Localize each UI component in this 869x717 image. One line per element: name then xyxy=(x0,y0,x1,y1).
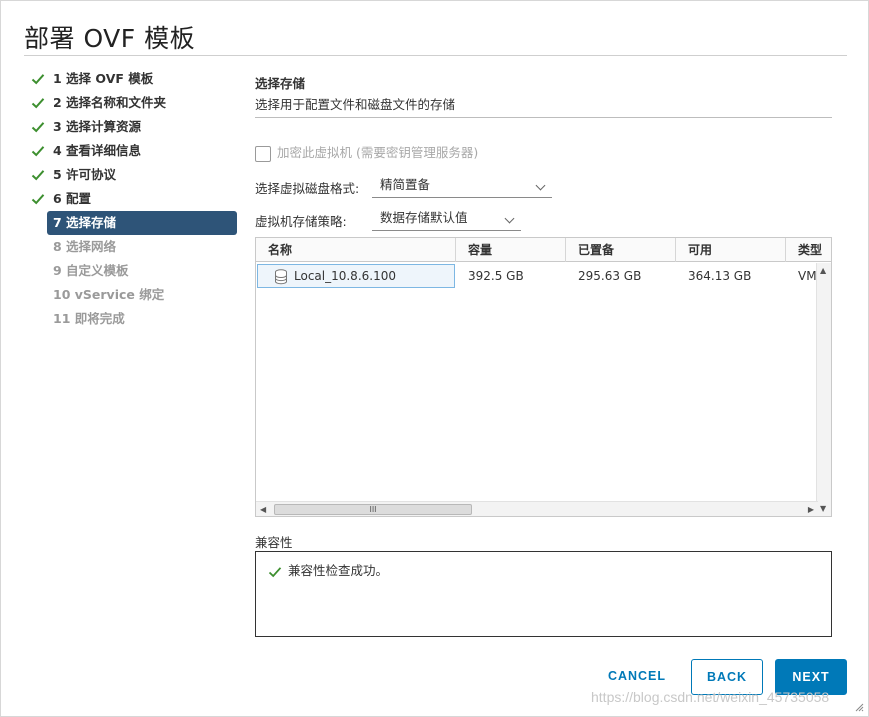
compatibility-label: 兼容性 xyxy=(255,535,293,550)
cell-provisioned: 295.63 GB xyxy=(578,269,642,283)
step-label: 6 配置 xyxy=(53,191,92,206)
disk-format-select[interactable]: 精简置备 xyxy=(372,174,552,198)
section-divider xyxy=(255,117,832,118)
step-ready-to-complete: 11 即将完成 xyxy=(25,307,237,331)
column-header-capacity[interactable]: 容量 xyxy=(456,238,566,262)
compatibility-text: 兼容性检查成功。 xyxy=(288,563,389,578)
cell-type: VM xyxy=(798,269,817,283)
step-label: 1 选择 OVF 模板 xyxy=(53,71,154,86)
check-icon xyxy=(31,122,45,133)
cell-capacity: 392.5 GB xyxy=(468,269,524,283)
watermark-text: https://blog.csdn.net/weixin_45735058 xyxy=(591,689,830,705)
column-header-provisioned[interactable]: 已置备 xyxy=(566,238,676,262)
step-label: 3 选择计算资源 xyxy=(53,119,142,134)
title-divider xyxy=(24,55,847,56)
table-row[interactable]: Local_10.8.6.100 392.5 GB 295.63 GB 364.… xyxy=(256,264,818,288)
checkbox-box xyxy=(255,145,271,162)
step-configuration[interactable]: 6 配置 xyxy=(25,187,237,211)
grid-header: 名称 容量 已置备 可用 类型 xyxy=(256,238,831,262)
step-label: 7 选择存储 xyxy=(53,215,117,230)
check-icon xyxy=(31,170,45,181)
scroll-left-icon[interactable]: ◀ xyxy=(260,502,266,516)
step-review-details[interactable]: 4 查看详细信息 xyxy=(25,139,237,163)
chevron-down-icon xyxy=(504,213,515,224)
datastore-icon xyxy=(275,268,287,284)
check-icon xyxy=(31,74,45,85)
step-compute-resource[interactable]: 3 选择计算资源 xyxy=(25,115,237,139)
vertical-scrollbar[interactable]: ▲ ▼ xyxy=(816,263,831,516)
compatibility-message: 兼容性检查成功。 xyxy=(268,563,388,579)
step-license[interactable]: 5 许可协议 xyxy=(25,163,237,187)
step-customize-template: 9 自定义模板 xyxy=(25,259,237,283)
scroll-down-icon[interactable]: ▼ xyxy=(820,501,826,516)
horizontal-scrollbar[interactable]: ◀ III ▶ xyxy=(256,501,818,516)
dialog-title: 部署 OVF 模板 xyxy=(24,24,196,53)
check-icon xyxy=(31,98,45,109)
step-label: 8 选择网络 xyxy=(53,239,117,254)
deploy-ovf-dialog: 部署 OVF 模板 1 选择 OVF 模板 2 选择名称和文件夹 3 选择计算资… xyxy=(0,0,869,717)
encrypt-vm-checkbox: 加密此虚拟机 (需要密钥管理服务器) xyxy=(255,144,478,162)
storage-policy-label: 虚拟机存储策略: xyxy=(255,214,347,229)
step-select-network: 8 选择网络 xyxy=(25,235,237,259)
disk-format-label: 选择虚拟磁盘格式: xyxy=(255,181,360,196)
step-vservice-bindings: 10 vService 绑定 xyxy=(25,283,237,307)
step-label: 9 自定义模板 xyxy=(53,263,129,278)
step-name-folder[interactable]: 2 选择名称和文件夹 xyxy=(25,91,237,115)
scroll-up-icon[interactable]: ▲ xyxy=(820,263,826,278)
datastore-grid: 名称 容量 已置备 可用 类型 Local_10.8.6.100 392.5 G… xyxy=(255,237,832,517)
step-label: 5 许可协议 xyxy=(53,167,117,182)
step-label: 4 查看详细信息 xyxy=(53,143,142,158)
step-label: 10 vService 绑定 xyxy=(53,287,165,302)
column-header-free[interactable]: 可用 xyxy=(676,238,786,262)
column-header-name[interactable]: 名称 xyxy=(256,238,456,262)
step-select-ovf[interactable]: 1 选择 OVF 模板 xyxy=(25,67,237,91)
column-header-type[interactable]: 类型 xyxy=(786,238,831,262)
check-icon xyxy=(31,146,45,157)
storage-policy-select[interactable]: 数据存储默认值 xyxy=(372,207,521,231)
cell-free: 364.13 GB xyxy=(688,269,752,283)
chevron-down-icon xyxy=(535,180,546,191)
step-select-storage[interactable]: 7 选择存储 xyxy=(47,211,237,235)
step-label: 2 选择名称和文件夹 xyxy=(53,95,167,110)
wizard-steps: 1 选择 OVF 模板 2 选择名称和文件夹 3 选择计算资源 4 查看详细信息… xyxy=(25,67,237,331)
compatibility-panel: 兼容性检查成功。 xyxy=(255,551,832,637)
cell-name[interactable]: Local_10.8.6.100 xyxy=(257,264,455,288)
encrypt-label: 加密此虚拟机 (需要密钥管理服务器) xyxy=(277,145,479,160)
resize-handle-icon[interactable] xyxy=(854,702,864,712)
check-icon xyxy=(31,194,45,205)
section-title: 选择存储 xyxy=(255,76,306,91)
datastore-name: Local_10.8.6.100 xyxy=(294,269,396,283)
section-description: 选择用于配置文件和磁盘文件的存储 xyxy=(255,97,456,112)
horizontal-scroll-thumb[interactable]: III xyxy=(274,504,472,515)
storage-policy-value: 数据存储默认值 xyxy=(380,210,468,225)
step-label: 11 即将完成 xyxy=(53,311,125,326)
scroll-right-icon[interactable]: ▶ xyxy=(808,502,814,516)
disk-format-value: 精简置备 xyxy=(380,177,431,192)
check-icon xyxy=(268,566,282,577)
